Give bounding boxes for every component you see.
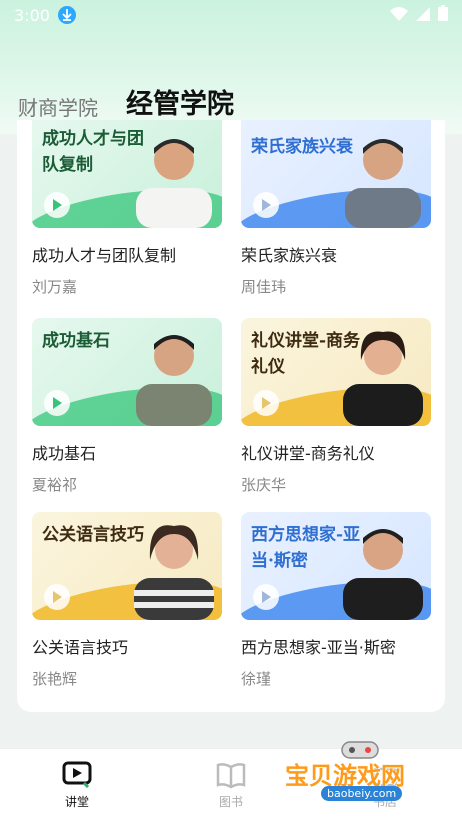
battery-icon — [438, 5, 448, 25]
play-icon[interactable] — [253, 390, 279, 416]
play-icon[interactable] — [44, 192, 70, 218]
nav-lecture-label: 讲堂 — [64, 795, 89, 809]
status-bar: 3:00 — [0, 0, 462, 30]
category-tabs: 财商学院 经管学院 — [18, 82, 234, 121]
status-time: 3:00 — [14, 5, 50, 25]
course-card[interactable]: 荣氏家族兴衰 荣氏家族兴衰 周佳玮 — [241, 120, 431, 297]
tab-caishang[interactable]: 财商学院 — [18, 92, 98, 121]
signal-icon — [416, 6, 430, 25]
play-icon[interactable] — [253, 192, 279, 218]
course-thumbnail[interactable]: 荣氏家族兴衰 — [241, 120, 431, 228]
course-thumbnail[interactable]: 成功基石 — [32, 318, 222, 426]
course-author: 张艳辉 — [32, 670, 78, 688]
nav-books-label: 图书 — [218, 795, 243, 809]
course-author: 周佳玮 — [241, 278, 287, 296]
watermark-url: baobeiy.com — [321, 786, 403, 801]
course-title: 礼仪讲堂-商务礼仪 — [241, 444, 375, 463]
lecturer-photo — [136, 335, 212, 426]
course-thumbnail[interactable]: 西方思想家-亚当·斯密 — [241, 512, 431, 620]
course-grid: 成功人才与团队复制 成功人才与团队复制 刘万嘉 荣氏家族兴衰 荣氏家族兴衰 周佳… — [17, 120, 445, 712]
course-title: 成功基石 — [32, 444, 97, 463]
course-thumbnail[interactable]: 礼仪讲堂-商务礼仪 — [241, 318, 431, 426]
course-author: 徐瑾 — [241, 670, 272, 688]
book-icon — [216, 763, 246, 789]
lecturer-photo — [343, 529, 423, 620]
course-author: 夏裕祁 — [32, 476, 78, 494]
nav-books[interactable]: 图书 — [216, 761, 246, 810]
watermark: 宝贝游戏网 baobeiy.com — [285, 738, 445, 808]
course-title: 公关语言技巧 — [32, 638, 129, 657]
course-card[interactable]: 成功人才与团队复制 成功人才与团队复制 刘万嘉 — [32, 120, 222, 297]
download-icon — [57, 6, 76, 24]
course-card[interactable]: 西方思想家-亚当·斯密 西方思想家-亚当·斯密 徐瑾 — [241, 512, 431, 689]
course-card[interactable]: 礼仪讲堂-商务礼仪 礼仪讲堂-商务礼仪 张庆华 — [241, 318, 431, 495]
course-card[interactable]: 成功基石 成功基石 夏裕祁 — [32, 318, 222, 495]
play-icon[interactable] — [44, 584, 70, 610]
wifi-icon — [390, 6, 408, 25]
lecturer-photo — [343, 331, 423, 426]
course-thumbnail[interactable]: 公关语言技巧 — [32, 512, 222, 620]
lecturer-photo — [136, 139, 212, 228]
course-title: 荣氏家族兴衰 — [241, 246, 338, 265]
course-title: 西方思想家-亚当·斯密 — [241, 638, 396, 657]
course-author: 刘万嘉 — [32, 278, 78, 296]
play-icon[interactable] — [44, 390, 70, 416]
lecturer-photo — [134, 525, 214, 620]
nav-lecture[interactable]: 讲堂 — [62, 761, 92, 810]
lecturer-photo — [345, 139, 421, 228]
course-title: 成功人才与团队复制 — [32, 246, 177, 265]
tab-jingguan[interactable]: 经管学院 — [126, 82, 234, 121]
course-thumbnail[interactable]: 成功人才与团队复制 — [32, 120, 222, 228]
course-card[interactable]: 公关语言技巧 公关语言技巧 张艳辉 — [32, 512, 222, 689]
tv-icon — [62, 761, 92, 789]
play-icon[interactable] — [253, 584, 279, 610]
course-author: 张庆华 — [241, 476, 287, 494]
